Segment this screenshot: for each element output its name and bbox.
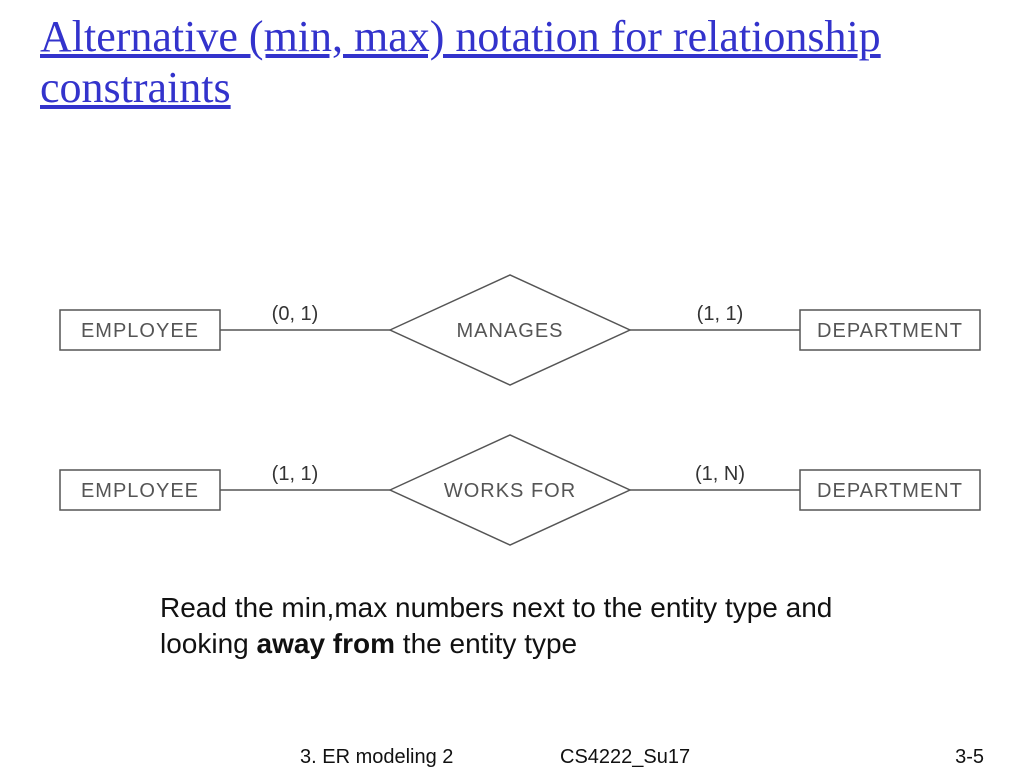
relationship-worksfor-label: WORKS FOR <box>444 480 576 502</box>
cardinality-right: (1, N) <box>695 463 745 485</box>
footer-section: 3. ER modeling 2 <box>300 746 453 768</box>
caption-text: Read the min,max numbers next to the ent… <box>160 590 880 663</box>
er-diagram-manages: EMPLOYEE (0, 1) MANAGES (1, 1) DEPARTMEN… <box>60 270 980 390</box>
footer-page: 3-5 <box>955 746 984 768</box>
footer-course: CS4222_Su17 <box>560 746 690 768</box>
caption-post: the entity type <box>395 628 577 659</box>
entity-employee-label: EMPLOYEE <box>81 320 199 342</box>
relationship-manages-label: MANAGES <box>456 320 563 342</box>
entity-department-label: DEPARTMENT <box>817 320 963 342</box>
page-title: Alternative (min, max) notation for rela… <box>40 12 984 113</box>
cardinality-left: (0, 1) <box>272 303 319 325</box>
entity-employee-label: EMPLOYEE <box>81 480 199 502</box>
er-diagram-worksfor: EMPLOYEE (1, 1) WORKS FOR (1, N) DEPARTM… <box>60 430 980 550</box>
cardinality-left: (1, 1) <box>272 463 319 485</box>
cardinality-right: (1, 1) <box>697 303 744 325</box>
er-row-manages: EMPLOYEE (0, 1) MANAGES (1, 1) DEPARTMEN… <box>60 270 980 395</box>
entity-department-label: DEPARTMENT <box>817 480 963 502</box>
slide: Alternative (min, max) notation for rela… <box>0 0 1024 768</box>
er-row-worksfor: EMPLOYEE (1, 1) WORKS FOR (1, N) DEPARTM… <box>60 430 980 555</box>
caption-bold: away from <box>257 628 396 659</box>
